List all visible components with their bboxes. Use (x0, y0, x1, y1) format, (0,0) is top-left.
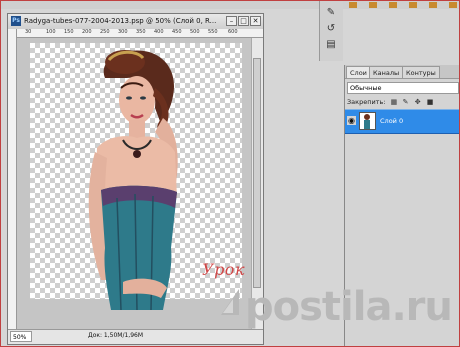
lesson-watermark: Урок от SAnna (202, 260, 251, 279)
ruler-tick: 350 (136, 29, 146, 35)
paintbrush-icon[interactable]: ✎ (325, 7, 337, 19)
ruler-tick: 550 (208, 29, 218, 35)
document-title: Radyga-tubes-077-2004-2013.psp @ 50% (Сл… (24, 17, 217, 25)
canvas-area[interactable]: Урок от SAnna (17, 38, 251, 330)
ruler-tick: 600 (228, 29, 238, 35)
tab-paths[interactable]: Контуры (402, 66, 440, 78)
swatch-strip (345, 1, 459, 10)
layer-row[interactable]: ◉ Слой 0 (345, 109, 459, 134)
zoom-field[interactable]: 50% (10, 331, 32, 342)
scrollbar-thumb[interactable] (253, 58, 261, 288)
ruler-tick: 250 (100, 29, 110, 35)
woman-tube-image (88, 50, 178, 310)
swatch-icon[interactable] (369, 2, 377, 8)
swatch-icon[interactable] (409, 2, 417, 8)
tab-channels[interactable]: Каналы (369, 66, 404, 78)
swatch-icon[interactable] (429, 2, 437, 8)
lock-all-icon[interactable]: ■ (427, 98, 434, 106)
blend-mode-select[interactable]: Обычные (347, 82, 459, 94)
lock-row: Закрепить: ▦ ✎ ✥ ■ (347, 98, 434, 106)
ruler-tick: 450 (172, 29, 182, 35)
postila-logo-icon (221, 289, 239, 315)
ruler-tick: 30 (25, 29, 32, 35)
ruler-tick: 400 (154, 29, 164, 35)
tool-column: ✎ ↺ ▤ (319, 1, 343, 61)
visibility-eye-icon[interactable]: ◉ (347, 116, 356, 125)
ruler-tick: 300 (118, 29, 128, 35)
tab-layers[interactable]: Слои (346, 66, 371, 78)
document-size-info[interactable]: Док: 1,50M/1,96M (88, 332, 143, 339)
status-bar: 50% Док: 1,50M/1,96M (8, 329, 263, 344)
panel-tabs: Слои Каналы Контуры (345, 65, 459, 79)
clipboard-icon[interactable]: ▤ (325, 39, 337, 51)
postila-text: postila.ru (245, 284, 453, 330)
lock-position-icon[interactable]: ✥ (415, 98, 422, 106)
swatch-icon[interactable] (449, 2, 457, 8)
vertical-ruler (8, 29, 17, 330)
swatch-icon[interactable] (389, 2, 397, 8)
history-icon[interactable]: ↺ (325, 23, 337, 35)
maximize-button[interactable]: □ (238, 16, 249, 26)
photoshop-doc-icon: Ps (11, 16, 21, 26)
document-title-bar[interactable]: Ps Radyga-tubes-077-2004-2013.psp @ 50% … (8, 14, 263, 30)
ruler-tick: 150 (64, 29, 74, 35)
layer-name[interactable]: Слой 0 (380, 117, 403, 125)
layer-thumbnail[interactable] (359, 112, 376, 130)
postila-watermark: postila.ru (219, 284, 453, 330)
swatch-icon[interactable] (349, 2, 357, 8)
lock-paint-icon[interactable]: ✎ (403, 98, 410, 106)
horizontal-ruler: 30 100 150 200 250 300 350 400 450 500 5… (16, 29, 263, 38)
photoshop-window: Ps Radyga-tubes-077-2004-2013.psp @ 50% … (0, 0, 460, 347)
ruler-tick: 200 (82, 29, 92, 35)
ruler-tick: 100 (46, 29, 56, 35)
close-button[interactable]: ✕ (250, 16, 261, 26)
lock-transparency-icon[interactable]: ▦ (391, 98, 398, 106)
ruler-tick: 500 (190, 29, 200, 35)
minimize-button[interactable]: – (226, 16, 237, 26)
lock-label: Закрепить: (347, 98, 386, 106)
